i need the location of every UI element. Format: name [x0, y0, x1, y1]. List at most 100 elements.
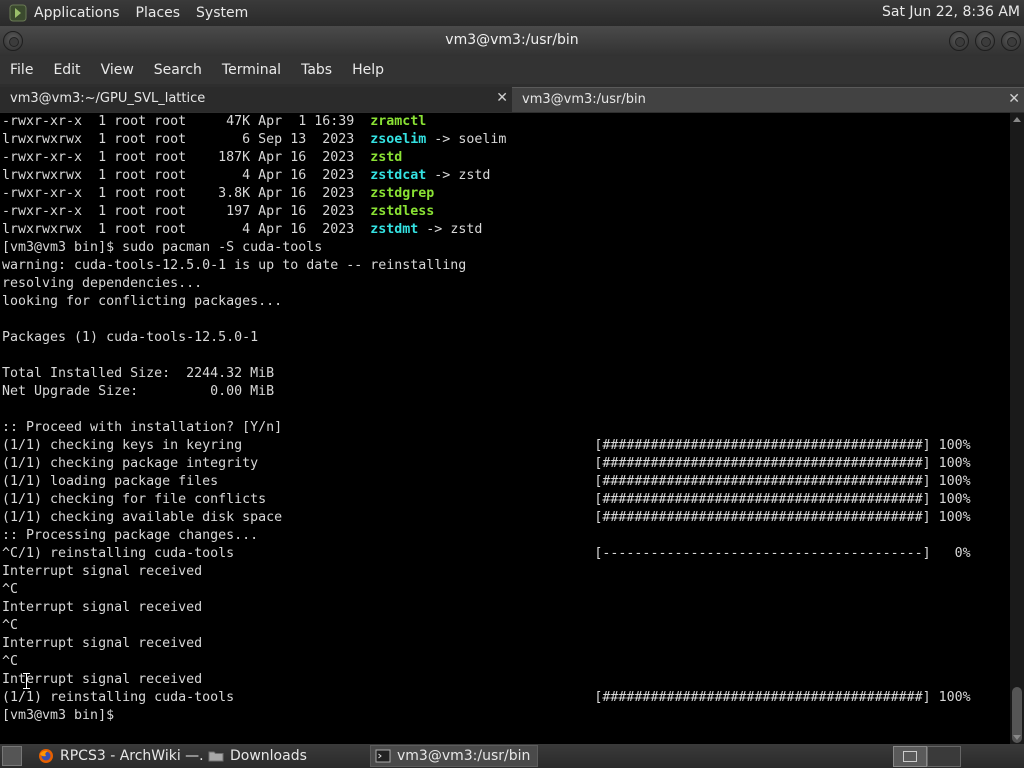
terminal-line: resolving dependencies...	[2, 275, 971, 293]
window-title: vm3@vm3:/usr/bin	[445, 32, 579, 48]
tab-usr-bin[interactable]: vm3@vm3:/usr/bin ✕	[512, 87, 1024, 112]
tab-close-icon[interactable]: ✕	[496, 90, 508, 106]
terminal-icon	[375, 748, 391, 764]
terminal-line-text: -rwxr-xr-x 1 root root 47K Apr 1 16:39	[2, 114, 371, 129]
executable-name: zstdless	[370, 204, 435, 219]
task-downloads[interactable]: Downloads	[204, 745, 364, 767]
terminal-line-text: lrwxrwxrwx 1 root root 4 Apr 16 2023	[2, 168, 371, 183]
symlink-target: -> soelim	[426, 132, 507, 147]
mouse-ibeam-cursor	[23, 673, 30, 689]
menu-tabs[interactable]: Tabs	[301, 62, 332, 78]
terminal-line: ^C	[2, 653, 971, 671]
panel-menu-places[interactable]: Places	[136, 5, 181, 21]
symlink-name: zsoelim	[370, 132, 427, 147]
executable-name: zramctl	[370, 114, 427, 129]
terminal-line: lrwxrwxrwx 1 root root 6 Sep 13 2023 zso…	[2, 131, 971, 149]
terminal-line-text: Interrupt signal received	[2, 564, 203, 579]
terminal-line: Interrupt signal received	[2, 635, 971, 653]
panel-menu-system[interactable]: System	[196, 5, 248, 21]
terminal-line: ^C	[2, 617, 971, 635]
show-desktop-icon[interactable]	[2, 746, 22, 766]
bottom-taskbar: RPCS3 - ArchWiki —... Downloads vm3@vm3:…	[0, 744, 1024, 768]
executable-name: zstd	[370, 150, 403, 165]
menu-file[interactable]: File	[10, 62, 33, 78]
terminal-line-text: :: Processing package changes...	[2, 528, 259, 543]
terminal-line: Total Installed Size: 2244.32 MiB	[2, 365, 971, 383]
menu-view[interactable]: View	[101, 62, 134, 78]
terminal-line-text: ^C/1) reinstalling cuda-tools [---------…	[2, 546, 971, 561]
terminal-line: -rwxr-xr-x 1 root root 47K Apr 1 16:39 z…	[2, 113, 971, 131]
terminal-line-text: lrwxrwxrwx 1 root root 4 Apr 16 2023	[2, 222, 371, 237]
menu-help[interactable]: Help	[352, 62, 384, 78]
terminal-line-text: [vm3@vm3 bin]$	[2, 708, 123, 723]
terminal-line: lrwxrwxrwx 1 root root 4 Apr 16 2023 zst…	[2, 221, 971, 239]
terminal-line-text: -rwxr-xr-x 1 root root 187K Apr 16 2023	[2, 150, 371, 165]
terminal-line: Packages (1) cuda-tools-12.5.0-1	[2, 329, 971, 347]
terminal-line: -rwxr-xr-x 1 root root 197 Apr 16 2023 z…	[2, 203, 971, 221]
terminal-line-text: looking for conflicting packages...	[2, 294, 283, 309]
terminal-line: Net Upgrade Size: 0.00 MiB	[2, 383, 971, 401]
terminal-line-text: Interrupt signal received	[2, 636, 203, 651]
terminal-line-text: (1/1) reinstalling cuda-tools [#########…	[2, 690, 971, 705]
menu-terminal[interactable]: Terminal	[222, 62, 281, 78]
terminal-line-text: Interrupt signal received	[2, 672, 203, 687]
terminal-line-text: lrwxrwxrwx 1 root root 6 Sep 13 2023	[2, 132, 371, 147]
task-terminal[interactable]: vm3@vm3:/usr/bin	[370, 745, 538, 767]
terminal-line: looking for conflicting packages...	[2, 293, 971, 311]
executable-name: zstdgrep	[370, 186, 435, 201]
task-firefox[interactable]: RPCS3 - ArchWiki —...	[34, 745, 204, 767]
terminal-line-text: (1/1) checking keys in keyring [########…	[2, 438, 971, 453]
terminal-line: :: Proceed with installation? [Y/n]	[2, 419, 971, 437]
minimize-button[interactable]	[949, 31, 969, 51]
symlink-name: zstdmt	[370, 222, 419, 237]
task-label: RPCS3 - ArchWiki —...	[60, 748, 204, 764]
menu-search[interactable]: Search	[154, 62, 202, 78]
tab-gpu-svl-lattice[interactable]: vm3@vm3:~/GPU_SVL_lattice ✕	[0, 87, 512, 112]
task-label: vm3@vm3:/usr/bin	[397, 748, 531, 764]
terminal-line-text: ^C	[2, 654, 19, 669]
terminal-line: warning: cuda-tools-12.5.0-1 is up to da…	[2, 257, 971, 275]
tab-close-icon[interactable]: ✕	[1008, 91, 1020, 107]
terminal-line: Interrupt signal received	[2, 563, 971, 581]
symlink-target: -> zstd	[426, 168, 491, 183]
symlink-target: -> zstd	[418, 222, 483, 237]
terminal-line-text: Total Installed Size: 2244.32 MiB	[2, 366, 275, 381]
top-panel: Applications Places System Sat Jun 22, 8…	[0, 0, 1024, 26]
terminal-line-text: (1/1) checking package integrity [######…	[2, 456, 971, 471]
terminal-line: (1/1) reinstalling cuda-tools [#########…	[2, 689, 971, 707]
terminal-line: -rwxr-xr-x 1 root root 187K Apr 16 2023 …	[2, 149, 971, 167]
terminal-line-text: Net Upgrade Size: 0.00 MiB	[2, 384, 275, 399]
workspace-1-icon[interactable]	[893, 746, 927, 767]
workspace-2-icon[interactable]	[927, 746, 961, 767]
terminal-output[interactable]: -rwxr-xr-x 1 root root 47K Apr 1 16:39 z…	[0, 113, 1010, 744]
tab-label: vm3@vm3:/usr/bin	[522, 92, 646, 107]
terminal-line-text: [vm3@vm3 bin]$ sudo pacman -S cuda-tools	[2, 240, 323, 255]
terminal-line: (1/1) checking for file conflicts [#####…	[2, 491, 971, 509]
maximize-button[interactable]	[975, 31, 995, 51]
panel-menu-applications[interactable]: Applications	[34, 5, 120, 21]
terminal-line-text: ^C	[2, 582, 19, 597]
terminal-line: Interrupt signal received	[2, 599, 971, 617]
terminal-line: [vm3@vm3 bin]$ sudo pacman -S cuda-tools	[2, 239, 971, 257]
terminal-line-text: (1/1) loading package files [###########…	[2, 474, 971, 489]
terminal-line: [vm3@vm3 bin]$	[2, 707, 971, 725]
panel-clock[interactable]: Sat Jun 22, 8:36 AM	[882, 4, 1020, 20]
gnome-foot-icon[interactable]	[8, 3, 28, 23]
terminal-lines: -rwxr-xr-x 1 root root 47K Apr 1 16:39 z…	[2, 113, 971, 725]
terminal-line-text: -rwxr-xr-x 1 root root 197 Apr 16 2023	[2, 204, 371, 219]
symlink-name: zstdcat	[370, 168, 427, 183]
terminal-line: ^C/1) reinstalling cuda-tools [---------…	[2, 545, 971, 563]
terminal-line-text: Interrupt signal received	[2, 600, 203, 615]
window-titlebar[interactable]: vm3@vm3:/usr/bin	[0, 26, 1024, 56]
terminal-line-text: (1/1) checking for file conflicts [#####…	[2, 492, 971, 507]
terminal-line-text: :: Proceed with installation? [Y/n]	[2, 420, 283, 435]
terminal-line: (1/1) loading package files [###########…	[2, 473, 971, 491]
close-window-button[interactable]	[1001, 31, 1021, 51]
scroll-up-icon[interactable]	[1013, 117, 1021, 122]
terminal-line-text: ^C	[2, 618, 19, 633]
terminal-line: -rwxr-xr-x 1 root root 3.8K Apr 16 2023 …	[2, 185, 971, 203]
terminal-scrollbar[interactable]	[1010, 113, 1024, 744]
scroll-down-icon[interactable]	[1013, 735, 1021, 740]
menu-edit[interactable]: Edit	[53, 62, 80, 78]
